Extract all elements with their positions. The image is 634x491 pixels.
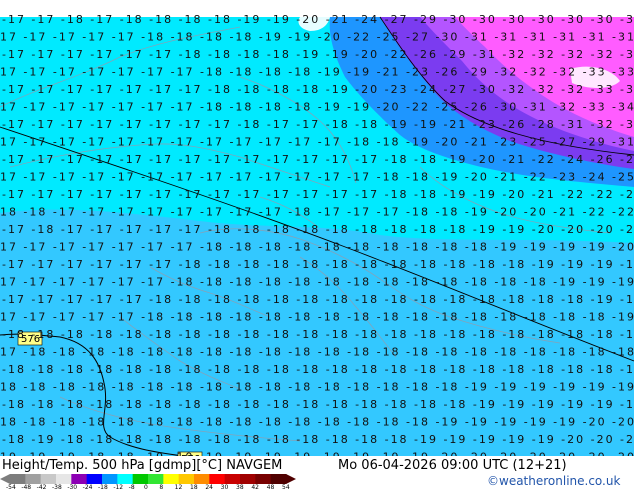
temperature-row-2: -17 -17 -17 -17 -17 -17 -18 -18 -18 -18 … [2, 48, 634, 61]
temperature-row-10: -17 -17 -17 -17 -17 -17 -17 -17 -17 -17 … [2, 188, 634, 201]
credit: ©weatheronline.co.uk [487, 474, 621, 488]
colorbar-swatch [270, 474, 287, 484]
colorbar-swatch [209, 474, 226, 484]
temperature-row-8: -17 -17 -17 -17 -17 -17 -17 -17 -17 -17 … [2, 153, 634, 166]
temperature-row-23: -18 -18 -18 -18 -18 -18 -18 -18 -18 -18 … [0, 416, 634, 429]
temperature-row-18: -18 -18 -18 -18 -18 -18 -18 -18 -18 -18 … [2, 328, 634, 341]
map-datetime: Mo 06-04-2026 09:00 UTC (12+21) [338, 458, 567, 473]
colorbar-min-arrow [0, 474, 10, 484]
temperature-row-20: -18 -18 -18 -18 -18 -18 -18 -18 -18 -18 … [2, 363, 634, 376]
colorbar-swatch [71, 474, 88, 484]
temperature-row-5: -17 -17 -17 -17 -17 -17 -17 -18 -18 -18 … [0, 101, 634, 114]
temperature-row-16: -17 -17 -17 -17 -17 -18 -18 -18 -18 -18 … [2, 293, 634, 306]
colorbar-swatch [148, 474, 164, 484]
temperature-row-13: -17 -17 -17 -17 -17 -17 -17 -18 -18 -18 … [0, 241, 634, 254]
temperature-row-14: -17 -17 -17 -17 -17 -17 -18 -18 -18 -18 … [2, 258, 634, 271]
temperature-row-7: -17 -17 -17 -17 -17 -17 -17 -17 -17 -17 … [0, 136, 634, 149]
colorbar-swatch [240, 474, 256, 484]
temperature-row-11: -18 -18 -17 -17 -17 -17 -17 -17 -17 -17 … [0, 206, 634, 219]
map-footer: Height/Temp. 500 hPa [gdmp][°C] NAVGEM M… [0, 456, 634, 491]
colorbar-swatch [102, 474, 118, 484]
temperature-row-19: -17 -18 -18 -18 -18 -18 -18 -18 -18 -18 … [0, 346, 634, 359]
colorbar-swatch [40, 474, 57, 484]
colorbar-swatch [194, 474, 210, 484]
temperature-row-17: -17 -17 -17 -17 -17 -18 -18 -18 -18 -18 … [0, 311, 634, 324]
map-title: Height/Temp. 500 hPa [gdmp][°C] NAVGEM [2, 458, 283, 473]
colorbar-swatch [86, 474, 103, 484]
temperature-row-21: -18 -18 -18 -18 -18 -18 -18 -18 -18 -18 … [0, 381, 634, 394]
colorbar-max-arrow [286, 474, 296, 484]
colorbar-swatch [117, 474, 134, 484]
colorbar-swatch [255, 474, 272, 484]
colorbar-ticks: -54 -48 -42 -38 -30 -24 -18 -12 -8 0 8 12 18 24 30 38 42… [0, 484, 300, 491]
colorbar-swatch [56, 474, 72, 484]
temperature-row-22: -18 -18 -18 -18 -18 -18 -18 -18 -18 -18 … [2, 398, 634, 411]
weather-map: 576 576 -17 -17 -18 -17 -18 -18 -18 -18 … [0, 13, 634, 481]
temperature-row-1: -17 -17 -17 -17 -17 -18 -18 -18 -18 -19 … [0, 31, 634, 44]
temperature-row-0: -17 -17 -18 -17 -18 -18 -18 -18 -19 -19 … [2, 13, 634, 26]
temperature-row-9: -17 -17 -17 -17 -17 -17 -17 -17 -17 -17 … [0, 171, 634, 184]
colorbar-swatch [132, 474, 149, 484]
temperature-row-24: -18 -19 -18 -18 -18 -18 -18 -18 -18 -18 … [2, 433, 634, 446]
temperature-row-4: -17 -17 -17 -17 -17 -17 -17 -18 -18 -18 … [2, 83, 634, 96]
colorbar-swatch [224, 474, 241, 484]
temperature-row-15: -17 -17 -17 -17 -17 -17 -18 -18 -18 -18 … [0, 276, 634, 289]
temperature-row-3: -17 -17 -17 -17 -17 -17 -17 -18 -18 -18 … [0, 66, 634, 79]
colorbar-swatch [178, 474, 195, 484]
temperature-row-6: -17 -17 -17 -17 -17 -17 -17 -17 -18 -17 … [2, 118, 634, 131]
temperature-row-12: -17 -18 -17 -17 -17 -17 -17 -18 -18 -18 … [2, 223, 634, 236]
colorbar-swatch [163, 474, 180, 484]
colorbar-swatch [25, 474, 42, 484]
colorbar-swatch [10, 474, 26, 484]
